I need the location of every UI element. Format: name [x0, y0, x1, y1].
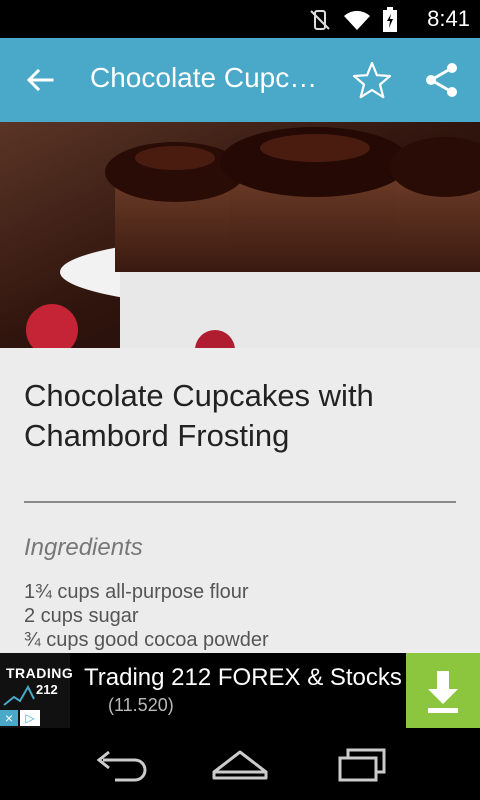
status-bar: 8:41	[0, 0, 480, 38]
chart-line-icon	[3, 684, 35, 706]
close-icon[interactable]: ×	[0, 710, 18, 726]
home-nav-icon[interactable]	[212, 746, 268, 782]
ad-logo-line2: 212	[36, 682, 58, 697]
download-icon	[428, 671, 458, 713]
battery-icon	[383, 7, 397, 32]
navigation-bar	[0, 728, 480, 800]
arrow-back-icon[interactable]	[24, 64, 56, 96]
star-outline-icon[interactable]	[352, 61, 392, 99]
recipe-content: Chocolate Cupcakes with Chambord Frostin…	[0, 348, 480, 653]
ingredient-item: 1¾ cups all-purpose flour	[24, 581, 249, 603]
app-bar: Chocolate Cupc…	[0, 38, 480, 122]
ad-choices-icon[interactable]: ▷	[20, 710, 40, 726]
back-nav-icon[interactable]	[95, 746, 149, 782]
recent-apps-icon[interactable]	[336, 746, 388, 782]
share-icon[interactable]	[424, 62, 460, 98]
status-icons	[308, 7, 398, 33]
ingredient-item: ¾ cups good cocoa powder	[24, 629, 269, 651]
app-bar-title: Chocolate Cupc…	[90, 62, 318, 93]
ad-title: Trading 212 FOREX & Stocks	[84, 664, 402, 691]
ingredient-item: 2 cups sugar	[24, 605, 139, 627]
ingredients-list: 1¾ cups all-purpose flour 2 cups sugar ¾…	[24, 580, 269, 652]
status-time: 8:41	[427, 6, 470, 31]
ad-banner[interactable]: TRADING 212 × ▷ Trading 212 FOREX & Stoc…	[0, 653, 480, 728]
recipe-title: Chocolate Cupcakes with Chambord Frostin…	[24, 378, 374, 453]
ad-rating-count: (11.520)	[108, 695, 174, 715]
ad-logo: TRADING 212 × ▷	[0, 653, 74, 728]
wifi-icon	[344, 10, 370, 30]
download-button[interactable]	[406, 653, 480, 728]
divider	[24, 501, 456, 503]
recipe-photo	[0, 122, 480, 348]
ingredients-heading: Ingredients	[24, 534, 143, 561]
vibrate-icon	[310, 10, 330, 30]
ad-logo-line1: TRADING	[6, 665, 74, 681]
